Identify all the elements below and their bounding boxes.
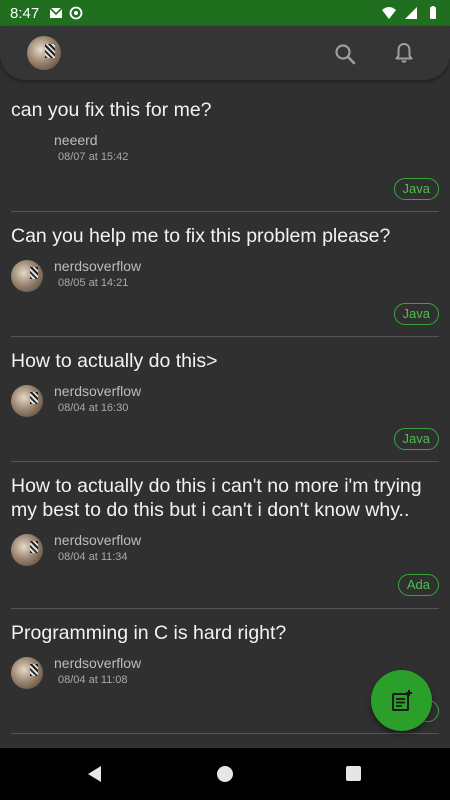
- author-name: nerdsoverflow: [54, 655, 142, 671]
- back-icon[interactable]: [86, 765, 104, 783]
- post-title: Can you help me to fix this problem plea…: [11, 225, 391, 247]
- author-name: nerdsoverflow: [54, 532, 142, 548]
- signal-icon: [405, 7, 417, 19]
- author-avatar: [11, 534, 43, 566]
- recents-icon[interactable]: [346, 766, 361, 781]
- post-card[interactable]: can you fix this for me? neeerd 08/07 at…: [11, 98, 439, 200]
- top-app-bar: [0, 26, 450, 80]
- post-author-row: neeerd 08/07 at 15:42: [11, 132, 439, 172]
- post-date: 08/04 at 11:08: [58, 674, 128, 686]
- battery-icon: [430, 6, 436, 19]
- post-date: 08/04 at 11:34: [58, 551, 128, 563]
- language-tag[interactable]: Java: [393, 303, 439, 325]
- wifi-icon: [382, 7, 396, 19]
- post-date: 08/04 at 16:30: [58, 402, 129, 414]
- post-author-row: nerdsoverflow 08/04 at 16:30: [11, 383, 439, 423]
- post-author-row: nerdsoverflow 08/05 at 14:21: [11, 258, 439, 298]
- author-avatar: [11, 385, 43, 417]
- home-icon[interactable]: [217, 766, 233, 782]
- post-title: Programming in C is hard right?: [11, 622, 287, 644]
- status-time: 8:47: [10, 4, 40, 22]
- divider: [11, 461, 439, 462]
- author-name: nerdsoverflow: [54, 258, 142, 274]
- gmail-icon: [49, 7, 63, 18]
- profile-avatar[interactable]: [27, 36, 61, 70]
- screen: 8:47 can you fix this for me? neeerd 08/…: [0, 0, 450, 800]
- system-nav-bar: [0, 748, 450, 800]
- status-notification-icons: [49, 6, 83, 20]
- new-post-button[interactable]: [371, 670, 432, 731]
- post-title: How to actually do this>: [11, 350, 218, 372]
- new-post-icon: [391, 689, 412, 711]
- language-tag[interactable]: Ada: [397, 574, 439, 596]
- author-name: nerdsoverflow: [54, 383, 142, 399]
- language-tag[interactable]: Java: [393, 178, 439, 200]
- status-system-icons: [382, 6, 440, 20]
- post-author-row: nerdsoverflow 08/04 at 11:34: [11, 532, 439, 572]
- author-avatar: [11, 260, 43, 292]
- divider: [11, 733, 439, 734]
- search-icon[interactable]: [333, 42, 357, 66]
- language-tag[interactable]: Java: [393, 428, 439, 450]
- divider: [11, 608, 439, 609]
- post-date: 08/07 at 15:42: [58, 151, 129, 163]
- post-title: How to actually do this i can't no more …: [11, 475, 422, 521]
- post-title: can you fix this for me?: [11, 99, 212, 121]
- post-date: 08/05 at 14:21: [58, 277, 129, 289]
- bell-icon[interactable]: [392, 41, 416, 65]
- author-avatar: [11, 657, 43, 689]
- author-name: neeerd: [54, 132, 98, 148]
- status-bar: 8:47: [0, 0, 450, 26]
- sync-icon: [69, 6, 83, 20]
- post-card[interactable]: How to actually do this i can't no more …: [11, 474, 439, 596]
- divider: [11, 211, 439, 212]
- post-card[interactable]: Can you help me to fix this problem plea…: [11, 224, 439, 325]
- divider: [11, 336, 439, 337]
- post-card[interactable]: How to actually do this> nerdsoverflow 0…: [11, 349, 439, 450]
